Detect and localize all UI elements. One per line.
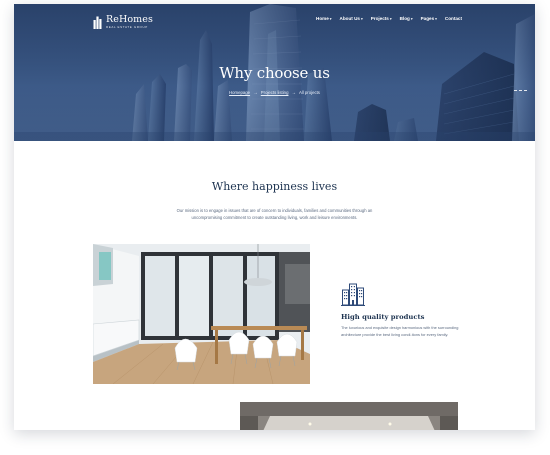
chevron-down-icon: ▾ <box>360 16 363 21</box>
nav-item-contact[interactable]: Contact <box>445 16 462 21</box>
chevron-down-icon: ▾ <box>389 16 392 21</box>
hero-banner: ReHomes REAL ESTATE GROUP Home ▾ About U… <box>14 4 535 141</box>
nav-item-projects[interactable]: Projects ▾ <box>371 16 392 21</box>
nav-item-home[interactable]: Home ▾ <box>316 16 332 21</box>
section-title: Where happiness lives <box>211 180 338 193</box>
nav-item-label: Blog <box>399 16 410 21</box>
slider-dot <box>519 90 522 91</box>
interior-ceiling-photo <box>240 402 458 430</box>
buildings-icon <box>341 283 365 306</box>
brand-name: ReHomes <box>106 14 153 25</box>
page-card: ReHomes REAL ESTATE GROUP Home ▾ About U… <box>14 4 535 430</box>
slider-indicator[interactable] <box>514 90 527 91</box>
brand-tagline: REAL ESTATE GROUP <box>106 25 148 29</box>
logo-building-icon <box>93 16 102 29</box>
main-navigation: Home ▾ About Us ▾ Projects ▾ Blog ▾ Page… <box>316 16 470 21</box>
nav-item-label: Pages <box>420 16 435 21</box>
nav-item-label: Home <box>316 16 329 21</box>
nav-item-pages[interactable]: Pages ▾ <box>421 16 437 21</box>
kitchen-interior-photo <box>93 244 310 384</box>
site-logo[interactable]: ReHomes REAL ESTATE GROUP <box>93 15 153 29</box>
feature-title: High quality products <box>341 313 425 321</box>
nav-item-about-us[interactable]: About Us ▾ <box>340 16 363 21</box>
breadcrumb-arrow-icon: → <box>291 90 296 95</box>
breadcrumb-current: All projects <box>298 90 320 95</box>
section-intro: Our mission is to engage in issues that … <box>176 208 373 220</box>
slider-dot <box>524 90 527 91</box>
hero-title: Why choose us <box>219 64 330 82</box>
breadcrumb-projects-listing[interactable]: Projects listing <box>261 90 289 95</box>
breadcrumb-arrow-icon: → <box>253 90 258 95</box>
chevron-down-icon: ▾ <box>410 16 413 21</box>
slider-dot <box>514 90 517 91</box>
nav-item-label: Projects <box>370 16 389 21</box>
nav-item-label: Contact <box>444 16 463 21</box>
breadcrumb-homepage[interactable]: Homepage <box>229 90 250 95</box>
nav-item-blog[interactable]: Blog ▾ <box>400 16 413 21</box>
chevron-down-icon: ▾ <box>435 16 437 21</box>
chevron-down-icon: ▾ <box>329 16 332 21</box>
breadcrumb: Homepage → Projects listing → All projec… <box>14 90 535 95</box>
nav-item-label: About Us <box>339 16 360 21</box>
feature-description: The luxurious and exquisite design harmo… <box>341 325 459 337</box>
